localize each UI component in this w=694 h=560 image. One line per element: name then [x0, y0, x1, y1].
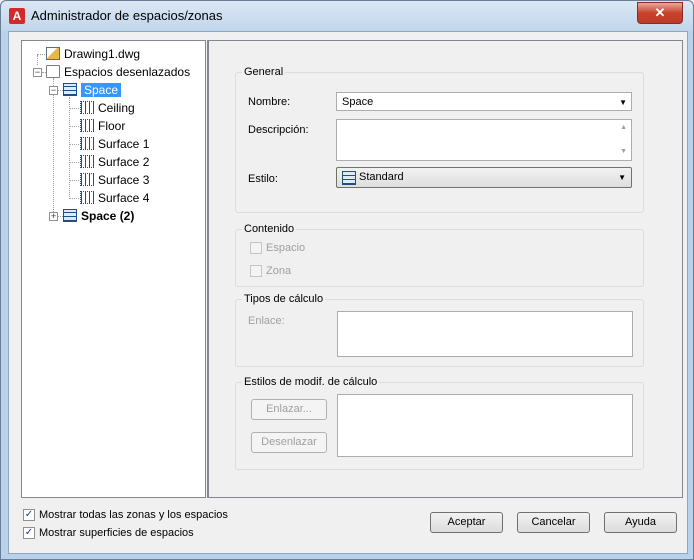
- tree-line: [69, 97, 70, 199]
- nombre-value: Space: [342, 96, 374, 108]
- tree-item-label: Space (2): [81, 209, 135, 223]
- scroll-down-icon[interactable]: ▼: [620, 148, 627, 155]
- tree-item-label: Drawing1.dwg: [64, 47, 141, 61]
- show-surfaces-label: Mostrar superficies de espacios: [39, 527, 194, 539]
- ayuda-button[interactable]: Ayuda: [604, 512, 677, 533]
- nombre-combo[interactable]: Space ▼: [336, 92, 632, 111]
- tree-item-surface[interactable]: Surface 3: [80, 172, 149, 188]
- tipos-calculo-group: Tipos de cálculo Enlace:: [235, 292, 644, 367]
- contenido-group: Contenido Espacio Zona: [235, 222, 644, 287]
- tree-item-unlinked-spaces[interactable]: Espacios desenlazados: [46, 64, 190, 80]
- general-group: General Nombre: Space ▼ Descripción: ▲ ▼…: [235, 65, 644, 213]
- dialog-window: A Administrador de espacios/zonas ✕ Draw…: [0, 0, 694, 560]
- properties-panel: General Nombre: Space ▼ Descripción: ▲ ▼…: [207, 40, 683, 498]
- estilo-combo[interactable]: Standard ▼: [336, 167, 632, 188]
- surface-icon: [80, 155, 94, 168]
- tree-item-surface[interactable]: Surface 2: [80, 154, 149, 170]
- zona-label: Zona: [266, 265, 292, 277]
- expand-expander-icon[interactable]: +: [49, 212, 58, 221]
- enlazar-button[interactable]: Enlazar...: [251, 399, 327, 420]
- cancelar-button[interactable]: Cancelar: [517, 512, 590, 533]
- collapse-expander-icon[interactable]: −: [49, 86, 58, 95]
- tree-item-label: Space: [81, 83, 122, 97]
- tipos-title: Tipos de cálculo: [242, 292, 326, 306]
- collapse-expander-icon[interactable]: −: [33, 68, 42, 77]
- space-icon: [63, 83, 77, 96]
- tree-item-label: Surface 2: [98, 155, 150, 169]
- tree-item-surface[interactable]: Surface 1: [80, 136, 149, 152]
- title-bar[interactable]: A Administrador de espacios/zonas ✕: [1, 1, 693, 31]
- tree-line: [69, 198, 79, 199]
- show-surfaces-checkbox[interactable]: ✓: [23, 527, 35, 539]
- surface-icon: [80, 119, 94, 132]
- tree-line: [69, 144, 79, 145]
- tree-line: [69, 126, 79, 127]
- estilos-list[interactable]: [337, 394, 633, 457]
- close-button[interactable]: ✕: [637, 2, 683, 24]
- estilos-modif-group: Estilos de modif. de cálculo Enlazar... …: [235, 375, 644, 470]
- tree-item-surface[interactable]: Surface 4: [80, 190, 149, 206]
- show-all-zones-checkbox[interactable]: ✓: [23, 509, 35, 521]
- tree-item-label: Surface 4: [98, 191, 150, 205]
- tree-item-space-2[interactable]: Space (2): [63, 208, 134, 224]
- dialog-client: Drawing1.dwg − Espacios desenlazados − S…: [8, 31, 688, 554]
- surface-icon: [80, 101, 94, 114]
- zona-checkbox[interactable]: [250, 265, 262, 277]
- window-title: Administrador de espacios/zonas: [31, 8, 223, 23]
- espacio-checkbox[interactable]: [250, 242, 262, 254]
- tree-item-label: Surface 3: [98, 173, 150, 187]
- tree-line: [69, 108, 79, 109]
- estilo-label: Estilo:: [248, 173, 278, 185]
- tree-line: [37, 55, 38, 65]
- space-icon: [63, 209, 77, 222]
- tree-item-label: Ceiling: [98, 101, 135, 115]
- enlace-label: Enlace:: [248, 315, 285, 327]
- tree-item-drawing[interactable]: Drawing1.dwg: [46, 46, 140, 62]
- scroll-up-icon[interactable]: ▲: [620, 124, 627, 131]
- tree-line: [69, 162, 79, 163]
- space-tree[interactable]: Drawing1.dwg − Espacios desenlazados − S…: [21, 40, 206, 498]
- tree-item-label: Surface 1: [98, 137, 150, 151]
- espacio-label: Espacio: [266, 242, 306, 254]
- enlace-field[interactable]: [337, 311, 633, 357]
- space-style-icon: [342, 171, 356, 185]
- estilos-title: Estilos de modif. de cálculo: [242, 375, 380, 389]
- surface-icon: [80, 173, 94, 186]
- general-title: General: [242, 65, 286, 79]
- descripcion-field[interactable]: ▲ ▼: [336, 119, 632, 161]
- chevron-down-icon: ▼: [619, 98, 627, 107]
- surface-icon: [80, 137, 94, 150]
- dwg-file-icon: [46, 47, 60, 60]
- aceptar-button[interactable]: Aceptar: [430, 512, 503, 533]
- tree-line: [37, 54, 45, 55]
- tree-line: [69, 180, 79, 181]
- tree-item-surface[interactable]: Floor: [80, 118, 125, 134]
- show-all-zones-label: Mostrar todas las zonas y los espacios: [39, 509, 228, 521]
- nombre-label: Nombre:: [248, 96, 291, 108]
- tree-item-space[interactable]: Space: [63, 82, 122, 98]
- autocad-logo-icon: A: [9, 8, 25, 24]
- folder-icon: [46, 65, 60, 78]
- chevron-down-icon: ▼: [618, 173, 626, 182]
- tree-line: [53, 78, 54, 214]
- contenido-title: Contenido: [242, 222, 297, 236]
- descripcion-label: Descripción:: [248, 124, 309, 136]
- tree-item-label: Floor: [98, 119, 126, 133]
- surface-icon: [80, 191, 94, 204]
- tree-item-label: Espacios desenlazados: [64, 65, 191, 79]
- estilo-value: Standard: [359, 171, 404, 183]
- desenlazar-button[interactable]: Desenlazar: [251, 432, 327, 453]
- tree-item-surface[interactable]: Ceiling: [80, 100, 135, 116]
